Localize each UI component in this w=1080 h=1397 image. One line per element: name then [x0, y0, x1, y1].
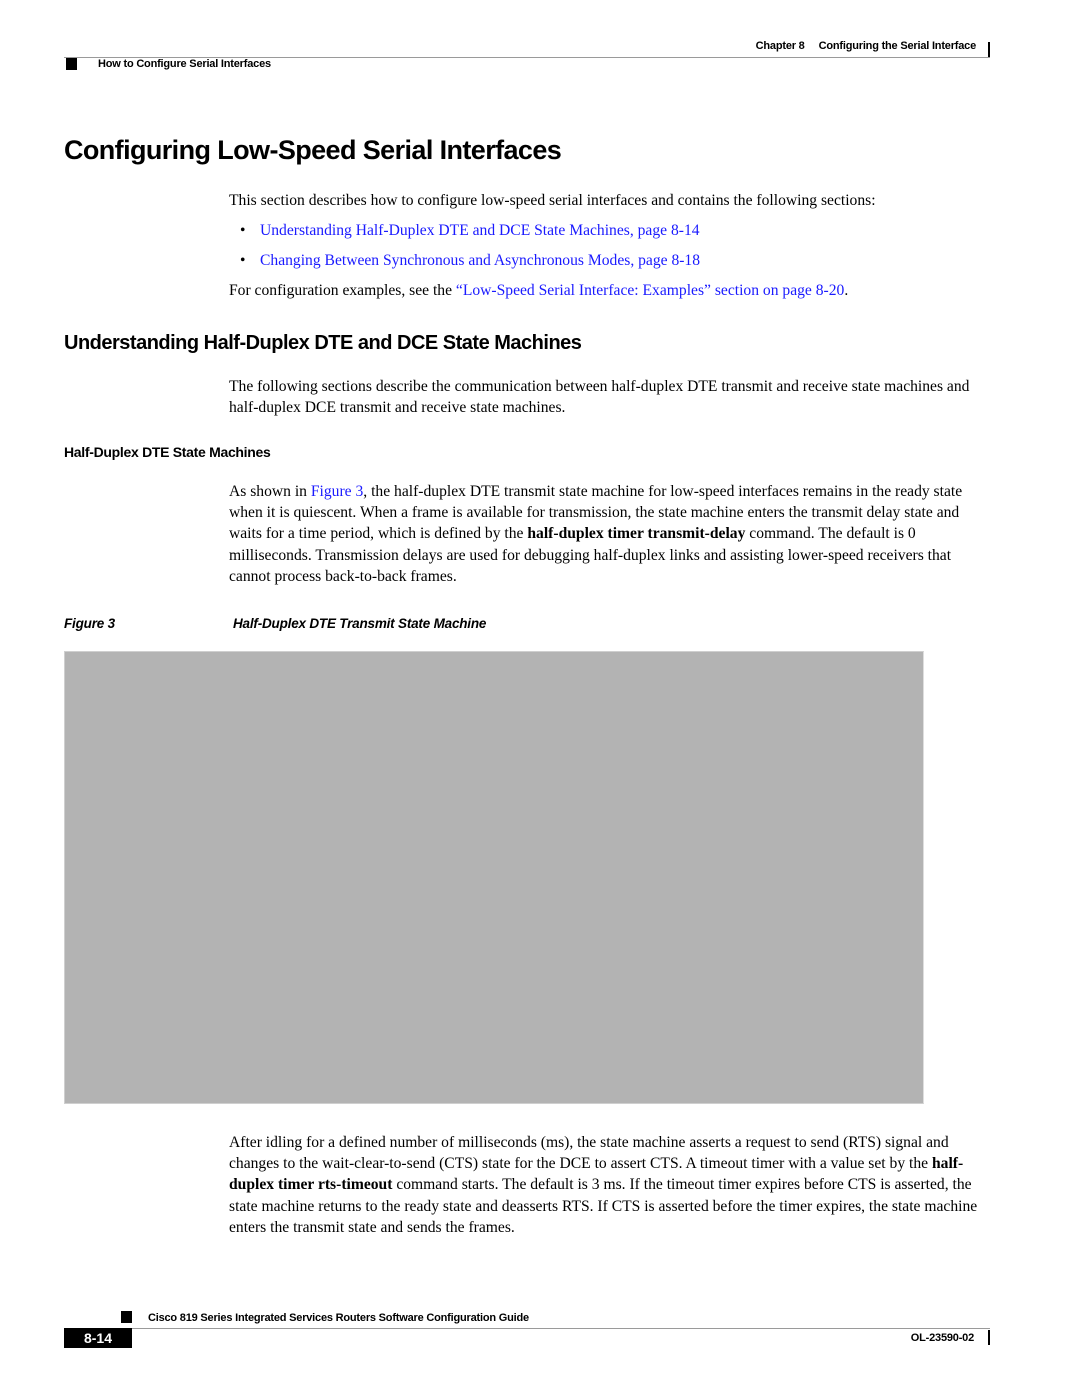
chapter-number: Chapter 8	[755, 40, 805, 52]
page-number: 8-14	[64, 1328, 132, 1348]
figure-caption: Figure 3 Half-Duplex DTE Transmit State M…	[64, 616, 486, 631]
figure-image-placeholder	[64, 651, 924, 1104]
running-header-chapter: Chapter 8 Configuring the Serial Interfac…	[755, 40, 977, 52]
text: As shown in	[229, 483, 311, 500]
footer-rule	[130, 1328, 990, 1329]
config-examples-prefix: For configuration examples, see the	[229, 282, 456, 299]
command-transmit-delay: half-duplex timer transmit-delay	[527, 525, 746, 543]
header-square-marker	[66, 58, 77, 70]
document-number: OL-23590-02	[910, 1332, 974, 1344]
page-title: Configuring Low-Speed Serial Interfaces	[64, 135, 562, 165]
section-heading: Understanding Half-Duplex DTE and DCE St…	[64, 332, 582, 354]
footer-square-marker	[121, 1311, 132, 1323]
config-examples-suffix: .	[844, 282, 849, 299]
header-bar-marker	[988, 42, 990, 57]
footer-bar-marker	[988, 1330, 990, 1345]
bullet-icon: •	[240, 252, 246, 269]
subsection-heading: Half-Duplex DTE State Machines	[64, 444, 271, 460]
link-figure-3[interactable]: Figure 3	[311, 483, 363, 500]
link-low-speed-examples[interactable]: “Low-Speed Serial Interface: Examples” s…	[456, 282, 844, 299]
figure-label: Figure 3	[64, 616, 115, 631]
rts-paragraph: After idling for a defined number of mil…	[229, 1132, 993, 1238]
link-changing-sync-async[interactable]: Changing Between Synchronous and Asynchr…	[260, 252, 700, 269]
list-item: • Understanding Half-Duplex DTE and DCE S…	[240, 220, 700, 241]
intro-paragraph: This section describes how to configure …	[229, 192, 876, 209]
dte-paragraph: As shown in Figure 3, the half-duplex DT…	[229, 481, 991, 587]
footer-guide-title: Cisco 819 Series Integrated Services Rou…	[148, 1312, 529, 1324]
section-paragraph: The following sections describe the comm…	[229, 378, 970, 417]
running-header-section: How to Configure Serial Interfaces	[98, 58, 271, 70]
bullet-icon: •	[240, 222, 246, 239]
figure-title: Half-Duplex DTE Transmit State Machine	[233, 616, 487, 631]
text: After idling for a defined number of mil…	[229, 1134, 949, 1173]
chapter-title: Configuring the Serial Interface	[818, 40, 977, 52]
list-item: • Changing Between Synchronous and Asynch…	[240, 250, 700, 271]
config-examples-paragraph: For configuration examples, see the “Low…	[229, 280, 848, 301]
link-understanding-half-duplex[interactable]: Understanding Half-Duplex DTE and DCE St…	[260, 222, 700, 239]
